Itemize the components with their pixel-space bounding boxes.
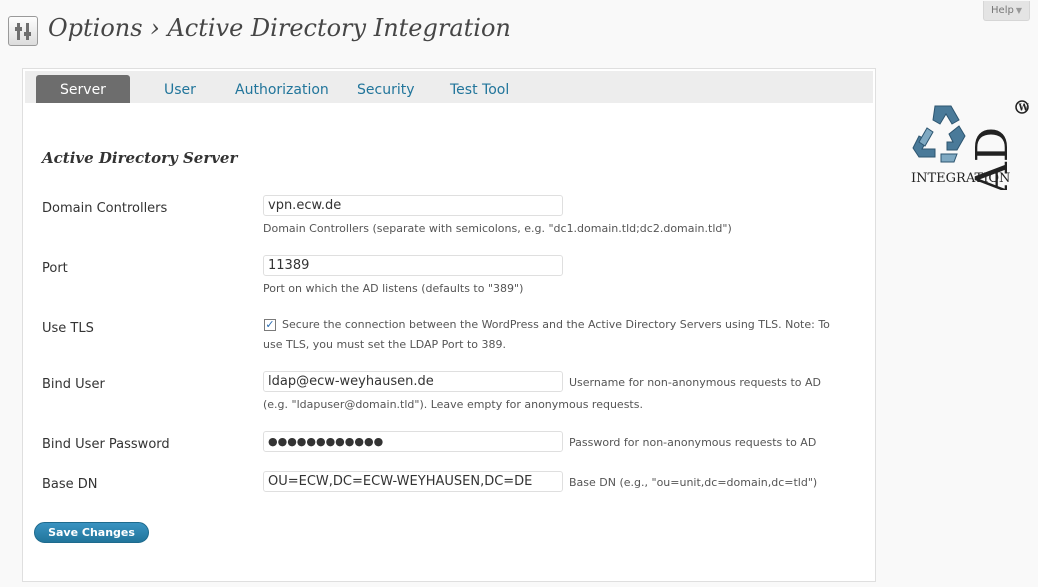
slider-bar [17,23,20,40]
options-page-icon [8,16,38,46]
logo-integration-text: INTEGRATION [911,171,1011,186]
bind-user-description: Username for non-anonymous requests to A… [569,376,821,389]
bind-user-input[interactable] [263,371,563,392]
bind-user-password-label: Bind User Password [42,437,170,452]
chevron-down-icon: ▼ [1015,6,1022,15]
tab-user[interactable]: User [164,75,196,103]
bind-user-label: Bind User [42,377,105,392]
use-tls-description-continued: use TLS, you must set the LDAP Port to 3… [263,338,506,351]
section-title: Active Directory Server [42,149,238,167]
base-dn-description: Base DN (e.g., "ou=unit,dc=domain,dc=tld… [569,476,818,489]
use-tls-label: Use TLS [42,321,94,336]
tab-authorization[interactable]: Authorization [235,75,329,103]
bind-user-description-continued: (e.g. "ldapuser@domain.tld"). Leave empt… [263,398,643,411]
page-title: Options › Active Directory Integration [48,14,511,42]
svg-text:W: W [1018,104,1030,114]
bind-user-password-description: Password for non-anonymous requests to A… [569,436,817,449]
tab-bar: Server User Authorization Security Test … [25,71,873,103]
save-changes-button[interactable]: Save Changes [34,522,149,543]
tab-security[interactable]: Security [357,75,415,103]
use-tls-checkbox[interactable]: ✓ [264,319,276,331]
tab-server[interactable]: Server [36,75,130,103]
recycle-arrows-icon [912,105,966,163]
port-input[interactable] [263,255,563,276]
domain-controllers-description: Domain Controllers (separate with semico… [263,222,732,235]
tab-test-tool[interactable]: Test Tool [450,75,509,103]
help-button[interactable]: Help ▼ [983,1,1030,21]
port-label: Port [42,261,68,276]
settings-panel: Server User Authorization Security Test … [22,68,876,582]
base-dn-input[interactable] [263,471,563,492]
wordpress-icon: W [1015,100,1030,114]
base-dn-label: Base DN [42,477,98,492]
help-label: Help [991,5,1014,16]
domain-controllers-input[interactable] [263,195,563,216]
bind-user-password-input[interactable] [263,431,563,452]
use-tls-description: Secure the connection between the WordPr… [282,318,830,331]
domain-controllers-label: Domain Controllers [42,201,168,216]
slider-knob [24,32,31,36]
slider-knob [15,27,22,31]
port-description: Port on which the AD listens (defaults t… [263,282,524,295]
